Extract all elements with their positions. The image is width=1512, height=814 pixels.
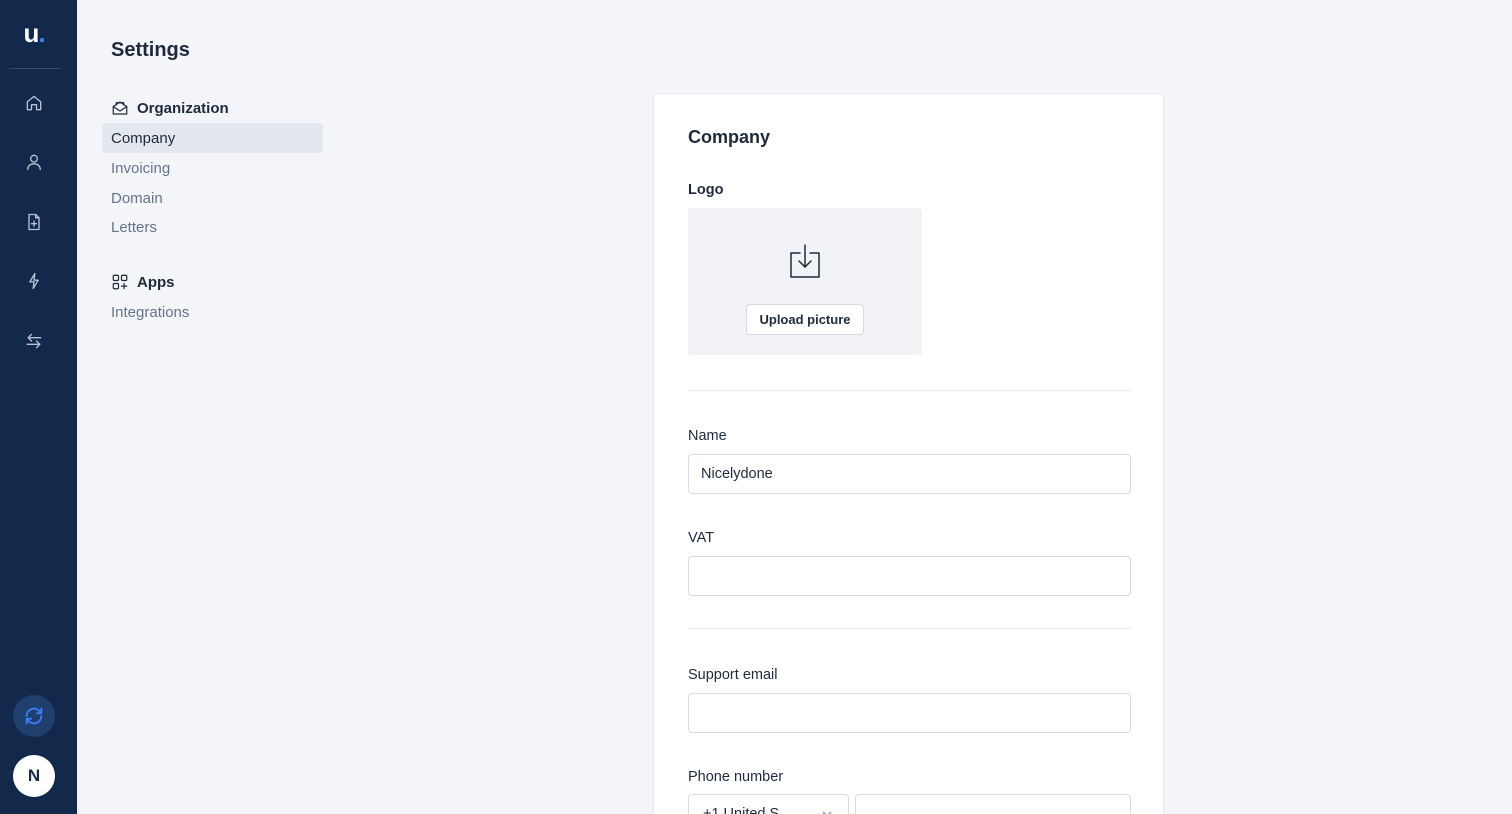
nav-item-company[interactable]: Company — [102, 123, 323, 153]
divider — [688, 390, 1131, 391]
phone-country-value: +1 United S — [703, 806, 780, 814]
phone-country-select[interactable]: +1 United S — [688, 794, 849, 814]
divider — [688, 628, 1131, 629]
card-title: Company — [688, 127, 771, 147]
phone-number-label: Phone number — [688, 769, 784, 785]
support-email-label: Support email — [688, 667, 778, 683]
vat-input[interactable] — [688, 556, 1131, 596]
vat-label: VAT — [688, 530, 715, 546]
nav-section-apps: Apps — [111, 273, 175, 291]
sync-button[interactable] — [13, 695, 55, 737]
name-label: Name — [688, 428, 727, 444]
nav-section-organization: Organization — [111, 99, 229, 117]
avatar[interactable]: N — [13, 755, 55, 797]
user-icon[interactable] — [22, 150, 46, 174]
sync-icon — [25, 707, 43, 725]
rail-divider — [9, 68, 60, 69]
home-icon[interactable] — [22, 91, 46, 115]
logo-label: Logo — [688, 182, 724, 198]
app-rail: u. N — [0, 0, 77, 814]
nav-item-integrations[interactable]: Integrations — [102, 297, 323, 327]
upload-picture-button[interactable]: Upload picture — [746, 304, 864, 335]
apps-grid-icon — [112, 274, 128, 290]
nav-item-domain[interactable]: Domain — [102, 183, 323, 213]
name-input[interactable] — [688, 454, 1131, 494]
download-tray-icon — [788, 243, 822, 279]
document-icon[interactable] — [22, 210, 46, 234]
logo-upload-area[interactable]: Upload picture — [688, 208, 922, 355]
nav-item-invoicing[interactable]: Invoicing — [102, 153, 323, 183]
support-email-input[interactable] — [688, 693, 1131, 733]
envelope-open-icon — [112, 101, 128, 115]
company-settings-card: Company Logo Upload picture Name VAT Sup… — [653, 93, 1164, 814]
chevron-down-icon — [822, 811, 832, 814]
nav-item-letters[interactable]: Letters — [102, 212, 323, 242]
transfer-icon[interactable] — [22, 329, 46, 353]
phone-number-input[interactable] — [855, 794, 1131, 814]
page-title: Settings — [111, 39, 190, 61]
lightning-icon[interactable] — [22, 269, 46, 293]
app-logo[interactable]: u. — [0, 18, 68, 49]
